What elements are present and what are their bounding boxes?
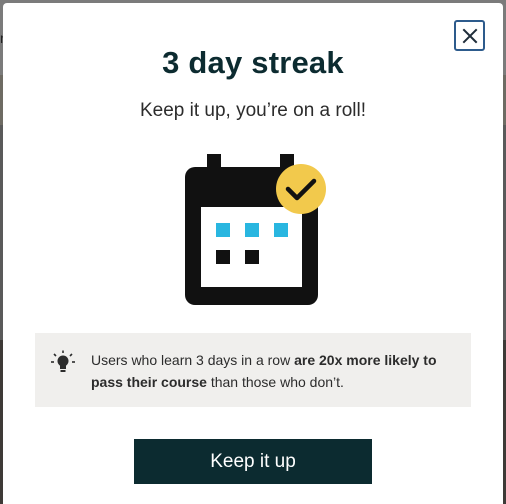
day-done-marker bbox=[245, 223, 259, 237]
check-badge bbox=[276, 164, 326, 214]
modal-title: 3 day streak bbox=[162, 45, 344, 80]
modal-subtitle: Keep it up, you’re on a roll! bbox=[139, 100, 367, 121]
day-done-marker bbox=[274, 223, 288, 237]
tip-text-before: Users who learn 3 days in a row bbox=[91, 352, 295, 368]
day-done-marker bbox=[216, 223, 230, 237]
keep-it-up-button[interactable]: Keep it up bbox=[134, 439, 372, 484]
streak-modal: 3 day streak Keep it up, you’re on a rol… bbox=[3, 3, 503, 504]
tip-text-after: than those who don’t. bbox=[206, 374, 344, 390]
lightbulb-icon bbox=[51, 350, 75, 372]
day-marker bbox=[216, 250, 230, 264]
tip-text: Users who learn 3 days in a row are 20x … bbox=[91, 349, 461, 393]
day-marker bbox=[245, 250, 259, 264]
calendar-check-icon bbox=[185, 154, 326, 305]
close-icon bbox=[462, 28, 477, 43]
tip-box: Users who learn 3 days in a row are 20x … bbox=[35, 333, 471, 407]
